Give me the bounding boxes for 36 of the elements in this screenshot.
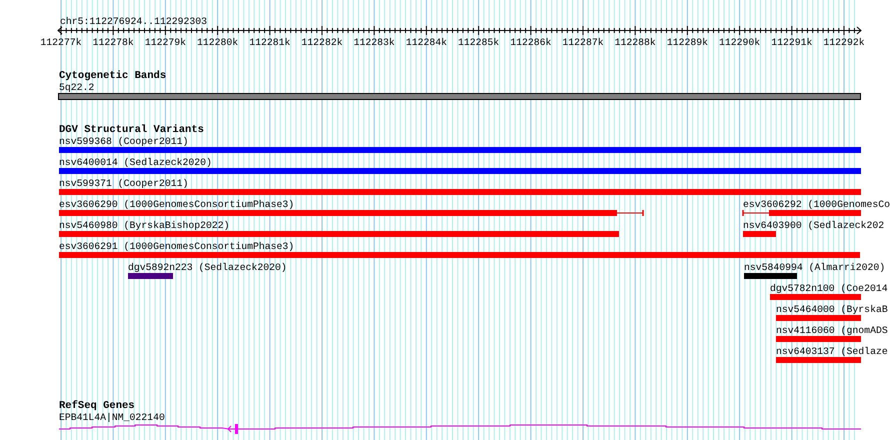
tick-label: 112292k: [823, 37, 865, 48]
tick-label: 112286k: [510, 37, 552, 48]
tick-label: 112285k: [458, 37, 500, 48]
variant-label: nsv5460980 (ByrskaBishop2022): [59, 220, 230, 231]
track-title: DGV Structural Variants: [59, 124, 204, 136]
tick-label: 112279k: [144, 37, 186, 48]
tick-label: 112289k: [666, 37, 708, 48]
variant-label: nsv6400014 (Sedlazeck2020): [59, 157, 212, 168]
gene-label: EPB41L4A|NM_022140: [59, 412, 165, 423]
track-title: RefSeq Genes: [59, 400, 135, 412]
tick-label: 112291k: [771, 37, 812, 48]
variant-label: nsv599371 (Cooper2011): [59, 178, 188, 189]
variant-label: esv3606292 (1000GenomesCo: [743, 199, 890, 210]
tick-label: 112280k: [197, 37, 238, 48]
tick-label: 112282k: [301, 37, 343, 48]
variant-label: nsv4116060 (gnomADS: [776, 325, 888, 336]
variant-label: nsv5840994 (Almarri2020): [744, 262, 886, 273]
variant-label: nsv6403137 (Sedlaze: [776, 346, 888, 357]
variant-label: esv3606290 (1000GenomesConsortiumPhase3): [59, 199, 294, 210]
variant-label: esv3606291 (1000GenomesConsortiumPhase3): [59, 241, 294, 252]
tick-label: 112288k: [614, 37, 656, 48]
tick-label: 112281k: [249, 37, 290, 48]
track-title: Cytogenetic Bands: [59, 70, 166, 82]
tick-label: 112278k: [92, 37, 134, 48]
variant-label: nsv5464000 (ByrskaB: [776, 304, 888, 315]
variant-label: dgv5892n223 (Sedlazeck2020): [128, 262, 287, 273]
tick-label: 112283k: [354, 37, 395, 48]
tick-label: 112287k: [562, 37, 604, 48]
tick-label: 112284k: [406, 37, 447, 48]
variant-label: dgv5782n100 (Coe2014: [770, 283, 888, 294]
tick-label: 112290k: [719, 37, 760, 48]
tick-label: 112277k: [40, 37, 82, 48]
variant-label: nsv6403900 (Sedlazeck202: [743, 220, 884, 231]
variant-label: nsv599368 (Cooper2011): [59, 136, 188, 147]
location-label: chr5:112276924..112292303: [60, 16, 207, 27]
band-label: 5q22.2: [59, 82, 94, 93]
